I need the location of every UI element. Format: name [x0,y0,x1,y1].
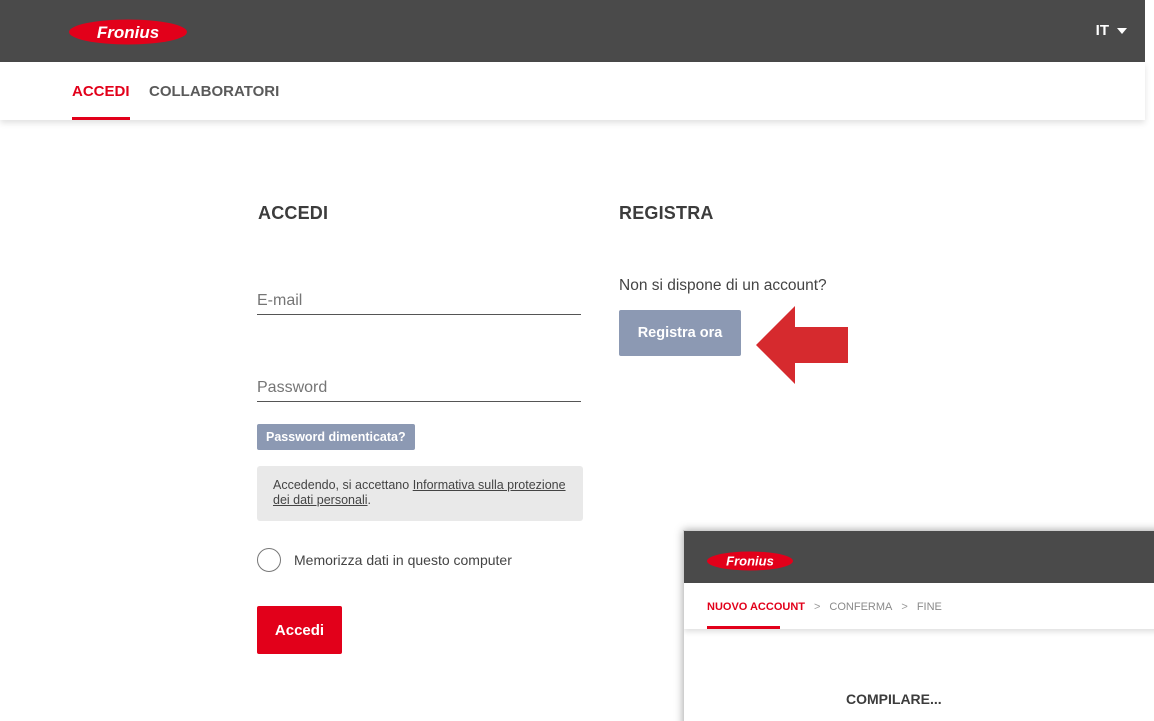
register-title: REGISTRA [619,203,714,223]
svg-text:Fronius: Fronius [97,23,159,42]
tab-accedi[interactable]: ACCEDI [72,83,130,100]
left-arrow-icon [756,306,848,384]
remember-me-radio[interactable] [257,548,281,572]
preview-top-bar: Fronius [684,531,1154,583]
login-submit-button[interactable]: Accedi [257,606,342,654]
language-selector[interactable]: IT [1096,22,1127,39]
register-prompt: Non si dispone di un account? [619,277,827,294]
password-field-wrapper [257,377,581,402]
forgot-password-button[interactable]: Password dimenticata? [257,424,415,450]
login-title: ACCEDI [258,203,329,223]
active-tab-indicator [72,117,130,120]
step-breadcrumb: NUOVO ACCOUNT > CONFERMA > FINE [707,601,942,613]
top-bar: Fronius IT [0,0,1145,62]
language-label: IT [1095,22,1109,39]
remember-me: Memorizza dati in questo computer [257,548,512,572]
preview-heading: COMPILARE... [846,691,942,707]
chevron-right-icon: > [813,601,821,613]
chevron-right-icon: > [901,601,908,613]
privacy-notice: Accedendo, si accettano Informativa sull… [257,466,583,521]
password-input[interactable] [257,377,581,401]
privacy-notice-suffix: . [367,493,371,507]
fronius-logo[interactable]: Fronius [68,19,188,45]
registration-preview: Fronius NUOVO ACCOUNT > CONFERMA > FINE … [683,530,1154,721]
caret-down-icon [1117,27,1127,34]
tab-collaboratori[interactable]: COLLABORATORI [149,83,279,100]
email-input[interactable] [257,290,581,314]
svg-text:Fronius: Fronius [726,554,774,569]
step-new-account: NUOVO ACCOUNT [707,601,805,613]
privacy-notice-text: Accedendo, si accettano [273,478,413,492]
remember-me-label: Memorizza dati in questo computer [294,552,512,568]
preview-step-nav: NUOVO ACCOUNT > CONFERMA > FINE [684,583,1154,629]
main-nav: ACCEDI COLLABORATORI [0,62,1145,120]
email-field-wrapper [257,290,581,315]
fronius-logo-small: Fronius [707,551,793,571]
register-now-button[interactable]: Registra ora [619,310,741,356]
step-confirm: CONFERMA [829,601,893,613]
active-step-indicator [707,626,780,629]
step-finish: FINE [916,601,942,613]
